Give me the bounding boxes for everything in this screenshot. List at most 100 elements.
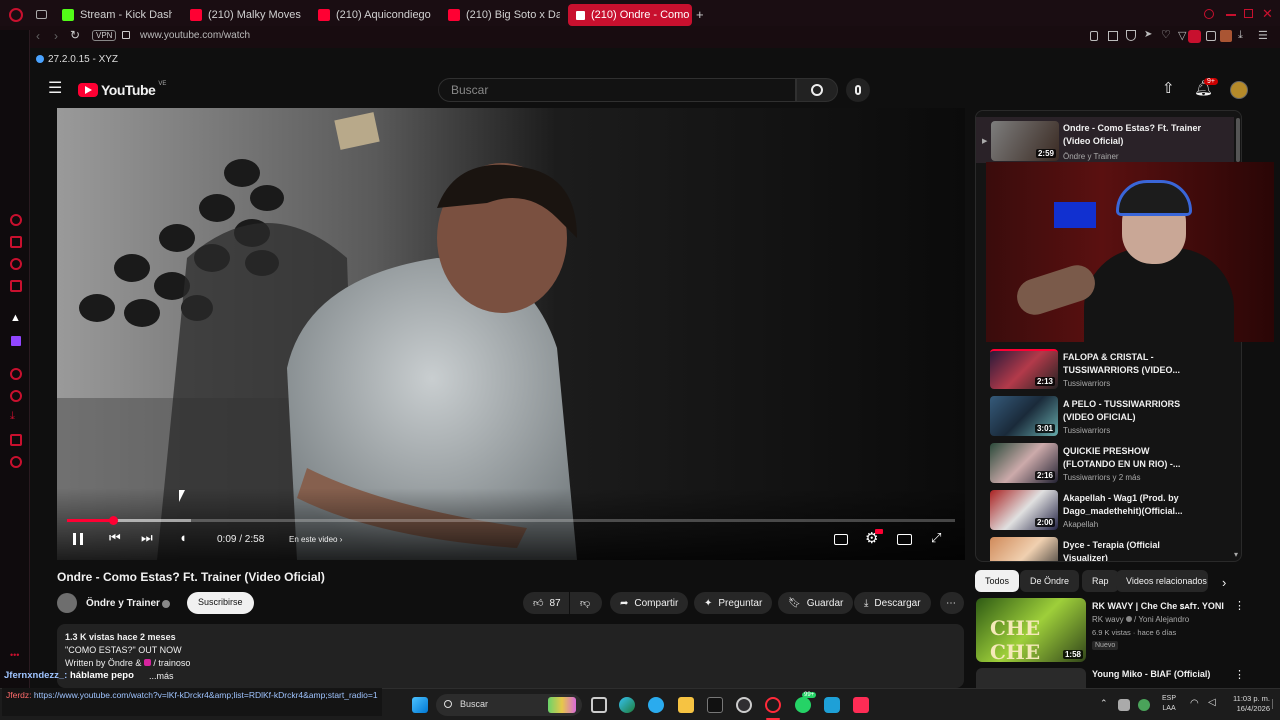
bookmark-icon[interactable]: ▽ (1178, 29, 1186, 42)
sidebar-download-icon[interactable]: ⤓ (10, 410, 15, 423)
obs-icon[interactable] (736, 697, 752, 713)
player-icon[interactable] (10, 368, 22, 380)
description-more[interactable]: ...más (149, 670, 174, 683)
playlist-item[interactable]: 2:13 FALOPA & CRISTAL - TUSSIWARRIORS (VI… (990, 349, 1240, 395)
pause-icon[interactable] (73, 533, 83, 545)
subscribe-button[interactable]: Suscribirse (187, 592, 254, 614)
filter-chip[interactable]: Videos relacionados (1116, 570, 1208, 592)
downloads-icon[interactable]: ⤓ (1238, 29, 1243, 42)
upload-icon[interactable]: ⇧ (1162, 79, 1175, 97)
search-button[interactable] (796, 78, 838, 102)
minimize-icon[interactable] (1226, 14, 1236, 16)
fullscreen-icon[interactable]: ⤢ (931, 530, 941, 546)
related-more-icon[interactable]: ⋮ (1234, 668, 1245, 681)
tiktok-icon[interactable] (853, 697, 869, 713)
close-icon[interactable]: ✕ (1262, 6, 1273, 22)
chapter-button[interactable]: En este video › (289, 535, 342, 544)
tab-malky-moves[interactable]: (210) Malky Moves - Gene (182, 4, 304, 26)
vpn-badge[interactable]: VPN (92, 30, 117, 41)
miniplayer-icon[interactable] (897, 534, 912, 545)
more-icon[interactable]: ••• (10, 650, 19, 660)
related-item[interactable]: Young Miko - BIAF (Official) ⋮ (976, 668, 1246, 688)
save-button[interactable]: 🔖︎ Guardar (778, 592, 854, 614)
volume-icon[interactable]: ◖ (179, 530, 187, 545)
new-tab-button[interactable]: + (696, 7, 704, 22)
heart-icon[interactable]: ♡ (1161, 28, 1171, 41)
download-button[interactable]: ⤓ Descargar (854, 592, 931, 614)
chips-next-icon[interactable]: › (1222, 575, 1226, 590)
telegram-taskbar-icon[interactable] (648, 697, 664, 713)
pin-icon[interactable] (1090, 31, 1098, 41)
reload-icon[interactable]: ↻ (70, 28, 80, 42)
twitch-icon[interactable] (11, 336, 21, 346)
video-player[interactable]: ⏮ ⏭ ◖ 0:09 / 2:58 En este video › ⚙ ⤢ (57, 108, 965, 560)
tray-chevron-icon[interactable]: ⌃ (1100, 698, 1108, 709)
whatsapp-icon[interactable] (795, 697, 811, 713)
puzzle-icon[interactable] (1206, 31, 1216, 41)
tab-list-icon[interactable] (36, 10, 47, 19)
channel-name[interactable]: Öndre y Trainer (86, 598, 160, 609)
capcut-icon[interactable] (707, 697, 723, 713)
subtitles-icon[interactable] (834, 534, 848, 545)
extensions-icon[interactable] (10, 434, 22, 446)
playlist-item[interactable]: 3:01 A PELO - TUSSIWARRIORS (VIDEO OFICIA… (990, 396, 1240, 442)
channel-avatar[interactable] (57, 593, 77, 613)
shield-icon[interactable] (1126, 30, 1136, 41)
messenger-icon[interactable] (10, 214, 22, 226)
send-icon[interactable]: ➤ (1144, 29, 1152, 40)
bag-icon[interactable] (10, 236, 22, 248)
description-box[interactable]: 1.3 K vistas hace 2 meses "COMO ESTAS?" … (57, 624, 964, 688)
previous-icon[interactable]: ⏮ (109, 530, 121, 546)
tray-app-icon[interactable] (1118, 699, 1130, 711)
telegram-icon[interactable] (10, 280, 22, 292)
language-indicator[interactable]: ESP LAA (1162, 694, 1176, 714)
settings-icon[interactable] (10, 456, 22, 468)
speaker-tray-icon[interactable]: ◁ (1208, 697, 1216, 708)
filter-chip[interactable]: De Öndre (1020, 570, 1080, 592)
tab-aquicondiego[interactable]: (210) Aquicondiego - You (310, 4, 434, 26)
playlist-item[interactable]: 2:00 Akapellah - Wag1 (Prod. by Dago_made… (990, 490, 1240, 536)
forward-icon[interactable]: › (54, 29, 58, 43)
voice-search-button[interactable] (846, 78, 870, 102)
like-button[interactable]: 👍︎ 87 (523, 592, 569, 614)
edge-icon[interactable] (619, 697, 635, 713)
wifi-icon[interactable]: ◠ (1190, 698, 1199, 709)
download-ext-icon[interactable] (1188, 30, 1201, 43)
tab-big-soto[interactable]: (210) Big Soto x Danny Oc (440, 4, 560, 26)
playlist-down-arrow[interactable]: ▾ (1234, 550, 1238, 559)
related-more-icon[interactable]: ⋮ (1234, 599, 1245, 612)
youtube-logo[interactable]: YouTube VE (78, 81, 166, 98)
guide-menu-icon[interactable]: ☰ (48, 81, 62, 97)
file-explorer-icon[interactable] (678, 697, 694, 713)
snapshot-icon[interactable] (1108, 31, 1118, 41)
chat-icon[interactable] (10, 258, 22, 270)
back-icon[interactable]: ‹ (36, 29, 40, 43)
playlist-item[interactable]: 2:16 QUICKIE PRESHOW (FLOTANDO EN UN RIO)… (990, 443, 1240, 489)
task-view-icon[interactable] (591, 697, 607, 713)
browser-logo-icon[interactable] (9, 8, 23, 22)
share-button[interactable]: ➦ Compartir (610, 592, 689, 614)
menu-icon[interactable]: ☰ (1258, 29, 1268, 42)
clock[interactable]: 11:03 p. m. 16/4/2026 (1226, 694, 1270, 714)
next-icon[interactable]: ⏭ (141, 530, 153, 546)
tab-ondre-active[interactable]: (210) Ondre - Como Es (568, 4, 692, 26)
history-icon[interactable] (10, 390, 22, 402)
related-item[interactable]: CHE CHE 1:58 RK WAVY | Che Che ꜱᴀfᴛ. YON… (976, 598, 1246, 664)
playlist-scrollbar[interactable] (1236, 118, 1240, 162)
playlist-current-item[interactable]: ▶ 2:59 Ondre - Como Estas? Ft. Trainer (… (976, 117, 1234, 163)
taskbar-search[interactable]: Buscar (436, 694, 582, 716)
discord-icon[interactable] (824, 697, 840, 713)
ask-button[interactable]: ✦ Preguntar (694, 592, 773, 614)
windows-start-icon[interactable] (412, 697, 428, 713)
tab-kick-dashboard[interactable]: Stream - Kick Dashboard (54, 4, 172, 26)
filter-chip[interactable]: Rap (1082, 570, 1119, 592)
filter-chip[interactable]: Todos (975, 570, 1020, 592)
dislike-button[interactable]: 👎︎ (570, 592, 602, 614)
playlist-item[interactable]: Dyce - Terapia (Official Visualizer) (990, 537, 1240, 561)
more-actions-button[interactable]: ⋯ (940, 592, 964, 614)
url-field[interactable]: www.youtube.com/watch (140, 30, 250, 41)
search-input[interactable]: Buscar (438, 78, 796, 102)
opera-gx-icon[interactable] (765, 697, 781, 713)
maximize-icon[interactable] (1244, 9, 1253, 18)
tray-app-icon-2[interactable] (1138, 699, 1150, 711)
